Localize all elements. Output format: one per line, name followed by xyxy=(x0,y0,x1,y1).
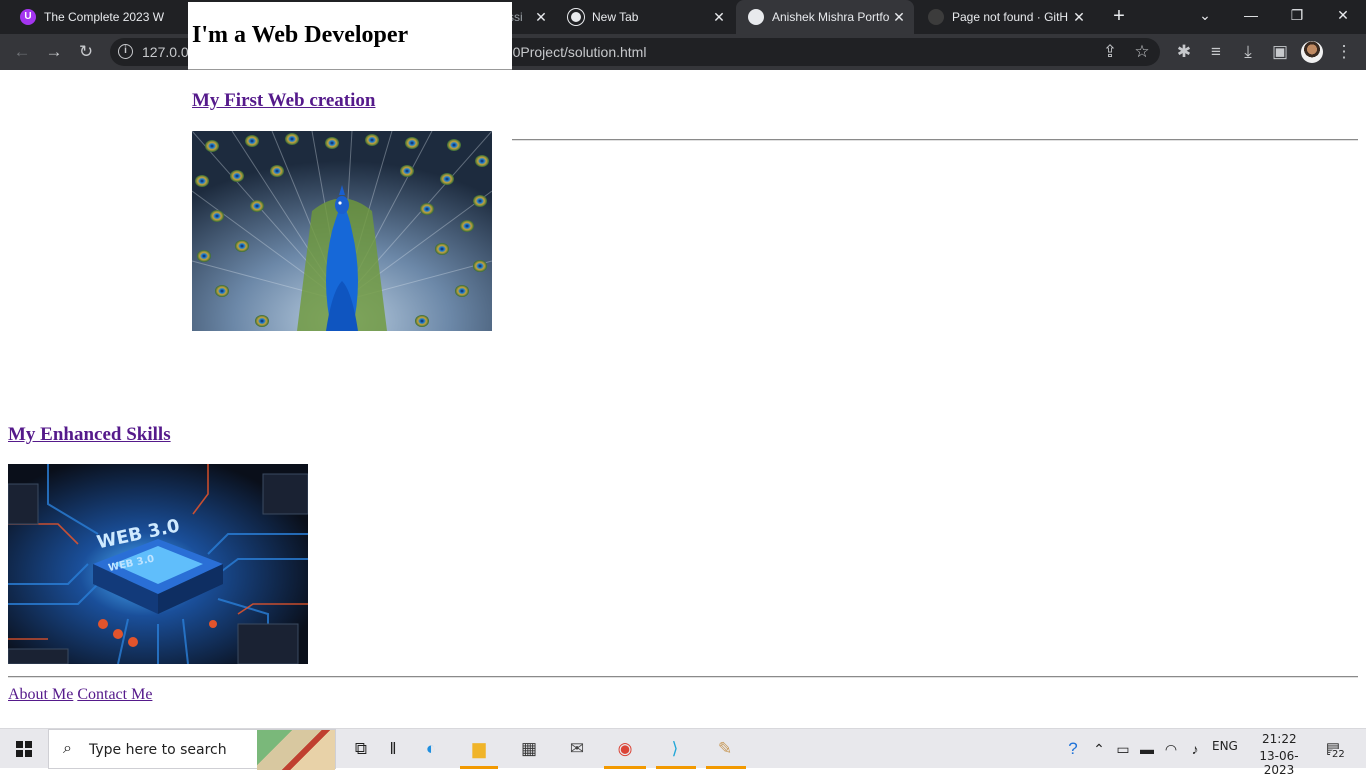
divider-top xyxy=(512,139,1358,141)
close-icon[interactable]: ✕ xyxy=(710,9,728,26)
heading-box: I'm a Web Developer xyxy=(188,2,512,70)
url-end: 0Project/solution.html xyxy=(512,44,647,60)
tab-portfolio[interactable]: Anishek Mishra Portfo ✕ xyxy=(736,0,914,34)
web3-chip-image[interactable]: WEB 3.0 WEB 3.0 xyxy=(8,464,308,664)
tab-hidden[interactable]: ssi ✕ xyxy=(508,0,556,34)
chrome-icon[interactable]: ◉ xyxy=(612,737,638,761)
close-icon[interactable]: ✕ xyxy=(1070,9,1088,26)
start-tile xyxy=(16,750,23,757)
edge-icon[interactable]: ◐ xyxy=(418,737,444,761)
new-tab-button[interactable]: + xyxy=(1107,6,1131,28)
chevron-up-icon[interactable]: ⌃ xyxy=(1086,737,1112,761)
start-tile xyxy=(25,741,32,748)
media-icon[interactable]: ≡ xyxy=(1204,40,1228,64)
restore-icon[interactable]: ❐ xyxy=(1274,0,1320,30)
side-panel-icon[interactable]: ▣ xyxy=(1268,40,1292,64)
tab-title: New Tab xyxy=(592,10,639,24)
contact-me-link[interactable]: Contact Me xyxy=(77,686,152,703)
mail-icon[interactable]: ✉ xyxy=(564,737,590,761)
windows-start-icon[interactable] xyxy=(16,741,32,757)
wifi-icon[interactable]: ◠ xyxy=(1158,737,1184,761)
page-title: I'm a Web Developer xyxy=(192,22,409,48)
url-start: 127.0.0. xyxy=(142,44,193,60)
tab-title: Anishek Mishra Portfo xyxy=(772,10,890,24)
globe-icon xyxy=(748,9,764,25)
battery-icon[interactable]: ▬ xyxy=(1134,737,1160,761)
search-highlight-image xyxy=(257,730,335,770)
extensions-icon[interactable]: ✱ xyxy=(1172,40,1196,64)
forward-icon[interactable]: → xyxy=(42,40,66,64)
reload-icon[interactable]: ↻ xyxy=(74,40,98,64)
udemy-icon: U xyxy=(20,9,36,25)
file-explorer-icon[interactable]: ▆ xyxy=(466,737,492,761)
menu-icon[interactable]: ⋮ xyxy=(1332,40,1356,64)
volume-icon[interactable]: ♪ xyxy=(1182,737,1208,761)
task-view-icon[interactable]: ⧉ xyxy=(348,737,374,761)
back-icon[interactable]: ← xyxy=(10,40,34,64)
search-placeholder: Type here to search xyxy=(89,742,227,758)
peacock-image[interactable] xyxy=(192,131,492,331)
widgets-icon[interactable]: ‖ xyxy=(380,737,406,761)
meet-icon[interactable]: ▭ xyxy=(1110,737,1136,761)
clock-date[interactable]: 13-06-2023 xyxy=(1248,749,1310,777)
close-icon[interactable]: ✕ xyxy=(890,9,908,26)
windows-taskbar: ⌕ Type here to search ⧉ ‖ ◐ ▆ ▦ ✉ ◉ ⟩ ✎ … xyxy=(0,728,1366,777)
divider-bottom xyxy=(8,676,1358,678)
store-icon[interactable]: ▦ xyxy=(516,737,542,761)
language-indicator[interactable]: ENG xyxy=(1212,739,1238,753)
bookmark-star-icon[interactable]: ☆ xyxy=(1130,40,1154,64)
tab-github[interactable]: Page not found · GitH ✕ xyxy=(916,0,1094,34)
page-content: I'm a Web Developer My First Web creatio… xyxy=(0,2,1366,728)
paint-icon[interactable]: ✎ xyxy=(712,737,738,761)
clock-time[interactable]: 21:22 xyxy=(1262,732,1297,746)
enhanced-skills-link[interactable]: My Enhanced Skills xyxy=(8,424,171,446)
search-icon: ⌕ xyxy=(63,740,72,757)
minimize-icon[interactable]: — xyxy=(1228,0,1274,30)
taskbar-search-input[interactable]: ⌕ Type here to search xyxy=(48,729,336,770)
chrome-icon xyxy=(568,9,584,25)
tab-udemy[interactable]: U The Complete 2023 W xyxy=(8,0,188,34)
footer-links: About Me Contact Me xyxy=(8,686,152,704)
peacock-illustration xyxy=(192,131,492,331)
tab-title: The Complete 2023 W xyxy=(44,10,165,24)
first-web-creation-link[interactable]: My First Web creation xyxy=(192,90,375,112)
github-icon xyxy=(928,9,944,25)
avatar[interactable] xyxy=(1301,41,1323,63)
share-icon[interactable]: ⇪ xyxy=(1098,40,1122,64)
notification-count: 22 xyxy=(1330,749,1347,760)
close-icon[interactable]: ✕ xyxy=(532,9,550,26)
about-me-link[interactable]: About Me xyxy=(8,686,73,703)
start-tile xyxy=(16,741,23,748)
site-info-icon[interactable]: i xyxy=(118,44,133,59)
chip-illustration: WEB 3.0 WEB 3.0 xyxy=(8,464,308,664)
tab-title: Page not found · GitH xyxy=(952,10,1069,24)
vscode-icon[interactable]: ⟩ xyxy=(662,737,688,761)
window-close-icon[interactable]: ✕ xyxy=(1320,0,1366,30)
tab-new-tab[interactable]: New Tab ✕ xyxy=(556,0,734,34)
start-tile xyxy=(25,750,32,757)
tab-search-icon[interactable]: ⌄ xyxy=(1182,0,1228,30)
download-icon[interactable]: ⤓ xyxy=(1236,40,1260,64)
help-icon[interactable]: ? xyxy=(1060,737,1086,761)
